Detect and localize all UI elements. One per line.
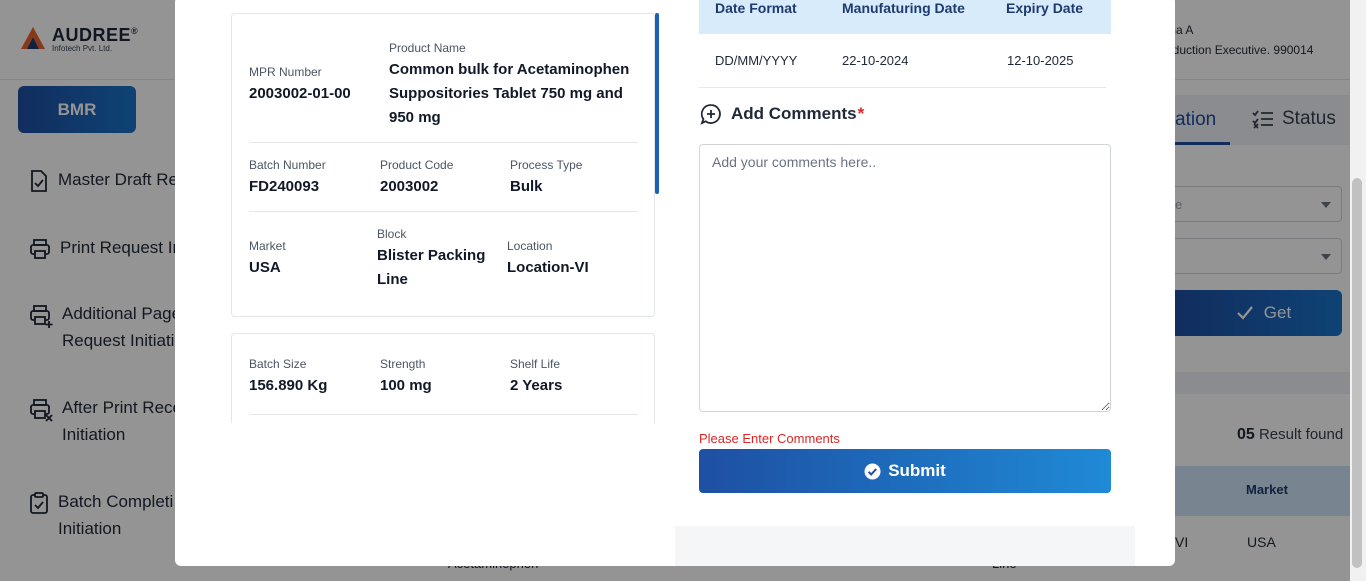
strength-value: 100 mg xyxy=(380,377,432,394)
add-comments-heading: Add Comments * xyxy=(700,103,864,125)
comments-textarea[interactable] xyxy=(699,144,1111,412)
shelf-life-label: Shelf Life xyxy=(510,357,561,371)
batch-number-label: Batch Number xyxy=(249,158,326,172)
batch-size-value: 156.890 Kg xyxy=(249,377,328,394)
mpr-number-value: 2003002-01-00 xyxy=(249,85,351,102)
block-value: Blister Packing Line xyxy=(377,247,486,288)
add-comments-label: Add Comments xyxy=(731,104,857,123)
expiry-date-value: 12-10-2025 xyxy=(1007,53,1074,68)
comments-modal: MPR Number 2003002-01-00 Product Name Co… xyxy=(175,0,1175,566)
product-code-value: 2003002 xyxy=(380,178,439,195)
product-name-value: Common bulk for Acetaminophen Suppositor… xyxy=(389,61,630,126)
divider xyxy=(249,211,638,212)
comment-plus-icon xyxy=(700,104,721,125)
market-label: Market xyxy=(249,239,286,253)
manufacturing-date-value: 22-10-2024 xyxy=(842,53,909,68)
block-label: Block xyxy=(377,227,407,241)
market-value: USA xyxy=(249,259,281,276)
location-label: Location xyxy=(507,239,553,253)
product-name-label: Product Name xyxy=(389,41,466,55)
batch-size-label: Batch Size xyxy=(249,357,307,371)
product-code-label: Product Code xyxy=(380,158,454,172)
shelf-life-value: 2 Years xyxy=(510,377,563,394)
submit-button[interactable]: Submit xyxy=(699,449,1111,493)
required-asterisk: * xyxy=(857,104,865,123)
mpr-number-label: MPR Number xyxy=(249,65,322,79)
panel-footer xyxy=(675,526,1135,566)
submit-button-label: Submit xyxy=(888,461,946,480)
date-format-header: Date Format xyxy=(715,0,797,16)
batch-number-value: FD240093 xyxy=(249,178,320,195)
process-type-label: Process Type xyxy=(510,158,583,172)
comments-error-message: Please Enter Comments xyxy=(699,431,840,446)
divider xyxy=(249,142,638,143)
card-scroll-indicator[interactable] xyxy=(655,13,659,194)
product-details-card: MPR Number 2003002-01-00 Product Name Co… xyxy=(231,13,655,317)
date-format-value: DD/MM/YYYY xyxy=(715,53,798,68)
batch-details-card: Batch Size 156.890 Kg Strength 100 mg Sh… xyxy=(231,333,655,423)
location-value: Location-VI xyxy=(507,259,589,276)
process-type-value: Bulk xyxy=(510,178,543,195)
page-scrollbar-thumb[interactable] xyxy=(1352,178,1362,568)
strength-label: Strength xyxy=(380,357,426,371)
check-circle-icon xyxy=(864,463,881,479)
divider xyxy=(249,414,638,415)
expiry-date-header: Expiry Date xyxy=(1006,0,1084,16)
manufacturing-date-header: Manufaturing Date xyxy=(842,0,965,16)
divider xyxy=(699,87,1106,88)
